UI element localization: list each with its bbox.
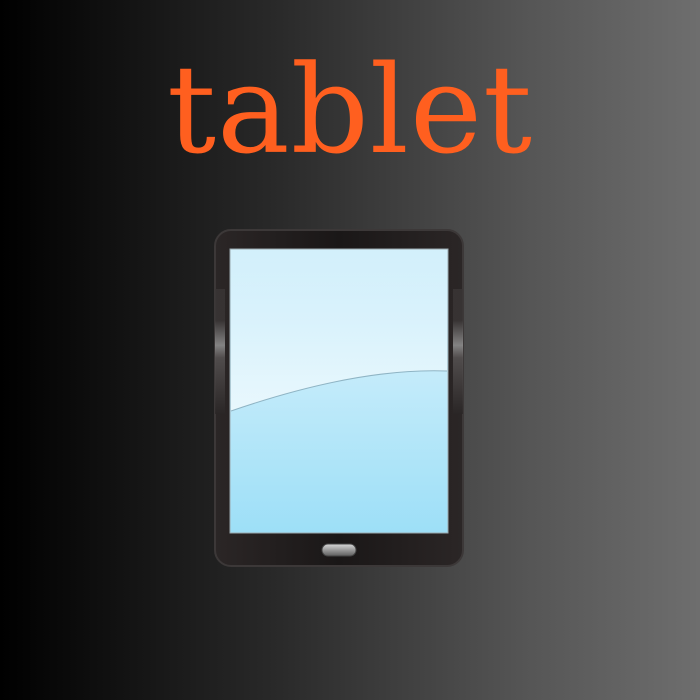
right-edge-highlight xyxy=(453,289,463,414)
left-edge-highlight xyxy=(215,289,225,414)
page-title: tablet xyxy=(166,39,534,181)
tablet-icon xyxy=(214,229,464,567)
home-button xyxy=(321,543,357,557)
